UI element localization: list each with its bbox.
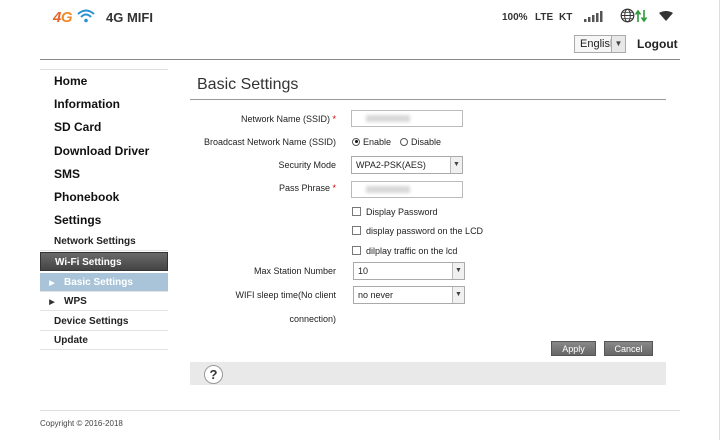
sidebar-item-wifi-settings[interactable]: Wi-Fi Settings [40,252,168,271]
security-mode-value: WPA2-PSK(AES) [356,160,426,170]
chevron-right-icon: ▶ [49,280,55,287]
cancel-button[interactable]: Cancel [604,341,653,356]
sidebar-item-download-driver[interactable]: Download Driver [54,144,149,158]
broadcast-disable-label: Disable [411,137,442,147]
wifi-sleep-label-cont: connection) [289,314,336,324]
required-mark: * [332,114,336,124]
chevron-right-icon: ▶ [49,299,55,306]
chevron-down-icon: ▼ [450,157,462,173]
help-bar [190,362,666,385]
sidebar-item-phonebook[interactable]: Phonebook [54,190,119,204]
max-station-label: Max Station Number [253,266,336,276]
brand-name: 4G MIFI [106,10,153,25]
display-password-lcd-label: display password on the LCD [366,226,484,236]
broadcast-enable-radio[interactable] [352,137,360,146]
page-title: Basic Settings [197,76,299,93]
logout-link[interactable]: Logout [637,37,678,51]
apply-button[interactable]: Apply [551,341,596,356]
sidebar-item-basic-settings[interactable]: ▶ Basic Settings [40,273,168,292]
footer-divider [40,410,680,411]
sidebar-item-wps[interactable]: ▶ WPS [40,292,168,311]
sidebar-item-update[interactable]: Update [40,331,168,350]
sidebar-item-label: Basic Settings [64,277,133,288]
data-transfer-arrows-icon [635,9,647,23]
chevron-down-icon: ▼ [611,36,625,52]
broadcast-enable-label: Enable [363,137,392,147]
sidebar-item-sms[interactable]: SMS [54,167,80,181]
required-mark: * [332,183,336,193]
redacted-value [366,186,410,193]
signal-strength-icon [584,11,603,22]
chevron-down-icon: ▼ [452,287,464,303]
network-type: LTE [535,12,554,23]
language-select[interactable]: English ▼ [574,35,626,53]
display-password-lcd-checkbox[interactable] [352,226,361,235]
display-traffic-lcd-checkbox[interactable] [352,246,361,255]
max-station-value: 10 [358,266,369,276]
broadcast-ssid-label: Broadcast Network Name (SSID) [203,137,336,147]
redacted-value [366,115,410,122]
pass-phrase-input[interactable] [351,181,463,198]
max-station-select[interactable]: 10 ▼ [353,262,465,280]
logo-4g: 4G [53,9,73,26]
sidebar-item-label: WPS [64,296,87,307]
battery-level: 100% [502,12,528,23]
security-mode-label: Security Mode [278,160,336,170]
wifi-sleep-select[interactable]: no never ▼ [353,286,465,304]
help-icon[interactable]: ? [204,365,223,384]
globe-icon [620,8,635,23]
sidebar-divider [40,69,168,70]
ssid-input[interactable] [351,110,463,127]
display-traffic-lcd-label: dilplay traffic on the lcd [366,246,458,256]
sidebar-item-device-settings[interactable]: Device Settings [40,312,168,331]
sidebar-item-network-settings[interactable]: Network Settings [40,232,168,251]
display-password-label: Display Password [366,207,438,217]
sidebar-item-home[interactable]: Home [54,74,87,88]
pass-phrase-label: Pass Phrase * [278,183,336,193]
sidebar: Home Information SD Card Download Driver… [40,69,168,351]
sidebar-item-settings[interactable]: Settings [54,213,101,227]
sidebar-item-information[interactable]: Information [54,97,120,111]
wifi-logo-icon [77,9,95,23]
sidebar-item-sd-card[interactable]: SD Card [54,120,101,134]
title-divider [190,99,666,100]
wifi-status-icon [659,11,673,21]
wifi-sleep-label: WIFI sleep time(No client [235,290,336,300]
broadcast-disable-radio[interactable] [400,137,408,146]
display-password-checkbox[interactable] [352,207,361,216]
copyright: Copyright © 2016-2018 [40,419,123,428]
wifi-sleep-value: no never [358,290,394,300]
ssid-label: Network Name (SSID) * [240,114,336,124]
chevron-down-icon: ▼ [452,263,464,279]
header-divider [40,59,680,60]
security-mode-select[interactable]: WPA2-PSK(AES) ▼ [351,156,463,174]
carrier-name: KT [559,12,573,23]
